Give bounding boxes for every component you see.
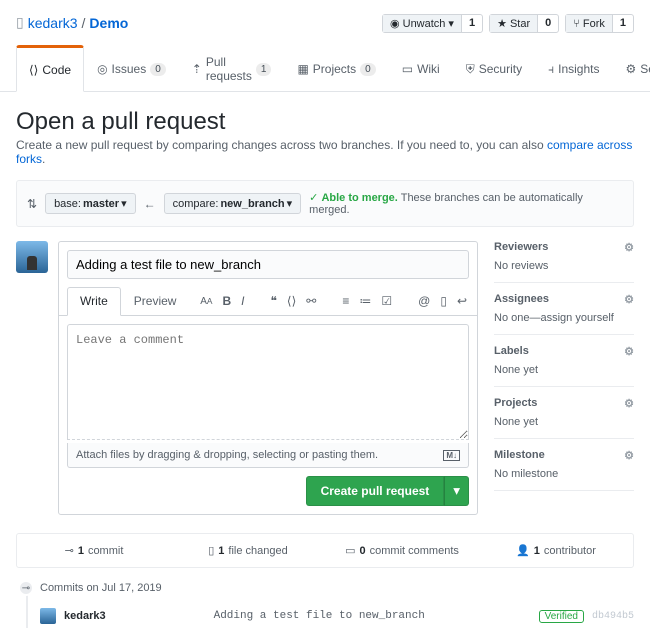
graph-icon: ⫞: [548, 62, 554, 77]
page-title: Open a pull request: [16, 108, 634, 136]
fork-button[interactable]: ⑂Fork 1: [565, 14, 634, 33]
saved-icon[interactable]: ▯: [440, 294, 447, 308]
repo-tabs: ⟨⟩Code ◎Issues0 ⇡Pull requests1 ▦Project…: [16, 45, 634, 91]
compare-icon: ⇅: [27, 197, 37, 211]
diff-stats: ⊸1commit ▯1file changed ▭0commit comment…: [16, 533, 634, 568]
star-icon: ★: [497, 17, 507, 30]
labels-body: None yet: [494, 364, 634, 376]
projects-heading: Projects: [494, 397, 537, 410]
milestone-gear-icon[interactable]: ⚙: [624, 449, 634, 462]
book-icon: ▭: [402, 62, 413, 76]
mention-icon[interactable]: @: [418, 294, 430, 308]
link-icon[interactable]: ⚯: [306, 294, 316, 308]
assignees-body[interactable]: No one—assign yourself: [494, 312, 634, 324]
preview-tab[interactable]: Preview: [121, 287, 190, 315]
fork-icon: ⑂: [573, 18, 580, 30]
shield-icon: ⛨: [466, 62, 475, 77]
tab-pull-requests[interactable]: ⇡Pull requests1: [179, 45, 285, 91]
create-pr-menu[interactable]: ▾: [444, 476, 469, 506]
stat-contributors[interactable]: 👤1contributor: [479, 534, 633, 567]
verified-badge[interactable]: Verified: [539, 610, 584, 623]
tab-projects[interactable]: ▦Projects0: [284, 45, 388, 91]
arrow-icon: ←: [144, 197, 156, 211]
milestone-heading: Milestone: [494, 449, 545, 462]
commit-sha[interactable]: db494b5: [592, 611, 634, 622]
commit-avatar: [40, 608, 56, 624]
tab-code[interactable]: ⟨⟩Code: [16, 45, 84, 92]
milestone-body: No milestone: [494, 468, 634, 480]
gear-icon: ⚙: [625, 62, 636, 76]
tab-issues[interactable]: ◎Issues0: [84, 45, 179, 91]
project-icon: ▦: [297, 62, 308, 76]
comment-textarea[interactable]: [67, 324, 469, 440]
stat-files[interactable]: ▯1file changed: [171, 534, 325, 567]
branch-range: ⇅ base: master ▾ ← compare: new_branch ▾…: [16, 180, 634, 227]
md-toolbar: AA B I ❝ ⟨⟩ ⚯ ≡ ≔ ☑ @: [190, 287, 477, 315]
projects-gear-icon[interactable]: ⚙: [624, 397, 634, 410]
repo-icon: ▯: [16, 14, 24, 31]
commit-group-icon: ⊸: [18, 580, 34, 596]
bold-icon[interactable]: B: [222, 294, 231, 308]
page-subtitle: Create a new pull request by comparing c…: [16, 138, 634, 166]
projects-body: None yet: [494, 416, 634, 428]
tab-settings[interactable]: ⚙Settings: [612, 45, 650, 91]
stat-commits[interactable]: ⊸1commit: [17, 534, 171, 567]
commit-message[interactable]: Adding a test file to new_branch: [114, 610, 531, 622]
tab-security[interactable]: ⛨Security: [453, 45, 535, 91]
reviewers-body: No reviews: [494, 260, 634, 272]
commit-icon: ⊸: [65, 544, 74, 557]
star-button[interactable]: ★Star 0: [489, 14, 559, 33]
assignees-heading: Assignees: [494, 293, 549, 306]
avatar: [16, 241, 48, 273]
comment-icon: ▭: [345, 544, 355, 557]
eye-icon: ◉: [390, 17, 400, 30]
ol-icon[interactable]: ≔: [359, 294, 371, 308]
pr-form: Write Preview AA B I ❝ ⟨⟩ ⚯ ≡ ≔: [58, 241, 478, 515]
issue-icon: ◎: [97, 62, 107, 76]
italic-icon[interactable]: I: [241, 294, 244, 308]
title-input[interactable]: [67, 250, 469, 279]
base-branch-select[interactable]: base: master ▾: [45, 193, 136, 214]
commit-row: kedark3 Adding a test file to new_branch…: [40, 604, 634, 628]
assignees-gear-icon[interactable]: ⚙: [624, 293, 634, 306]
commit-author[interactable]: kedark3: [64, 610, 106, 622]
attach-hint[interactable]: Attach files by dragging & dropping, sel…: [67, 443, 469, 468]
breadcrumb: ▯ kedark3 / Demo: [16, 14, 382, 31]
markdown-icon: M↓: [443, 450, 460, 461]
pr-icon: ⇡: [192, 62, 202, 76]
ul-icon[interactable]: ≡: [342, 294, 349, 308]
code-icon[interactable]: ⟨⟩: [287, 294, 296, 308]
tab-wiki[interactable]: ▭Wiki: [389, 45, 453, 91]
reviewers-gear-icon[interactable]: ⚙: [624, 241, 634, 254]
merge-status: ✓ Able to merge. These branches can be a…: [309, 191, 623, 216]
people-icon: 👤: [516, 544, 530, 557]
code-icon: ⟨⟩: [29, 63, 38, 77]
write-tab[interactable]: Write: [67, 287, 121, 316]
reference-icon[interactable]: ↩: [457, 294, 467, 308]
task-icon[interactable]: ☑: [381, 294, 392, 308]
owner-link[interactable]: kedark3: [28, 15, 78, 31]
heading-icon[interactable]: AA: [200, 296, 212, 307]
compare-branch-select[interactable]: compare: new_branch ▾: [164, 193, 302, 214]
quote-icon[interactable]: ❝: [270, 294, 276, 308]
check-icon: ✓: [309, 192, 318, 204]
tab-insights[interactable]: ⫞Insights: [535, 45, 612, 91]
labels-gear-icon[interactable]: ⚙: [624, 345, 634, 358]
stat-comments[interactable]: ▭0commit comments: [325, 534, 479, 567]
reviewers-heading: Reviewers: [494, 241, 548, 254]
repo-link[interactable]: Demo: [89, 15, 128, 31]
file-icon: ▯: [208, 544, 214, 557]
labels-heading: Labels: [494, 345, 529, 358]
create-pr-button[interactable]: Create pull request: [306, 476, 445, 506]
timeline-date: ⊸ Commits on Jul 17, 2019: [40, 582, 634, 594]
unwatch-button[interactable]: ◉Unwatch ▾ 1: [382, 14, 483, 33]
